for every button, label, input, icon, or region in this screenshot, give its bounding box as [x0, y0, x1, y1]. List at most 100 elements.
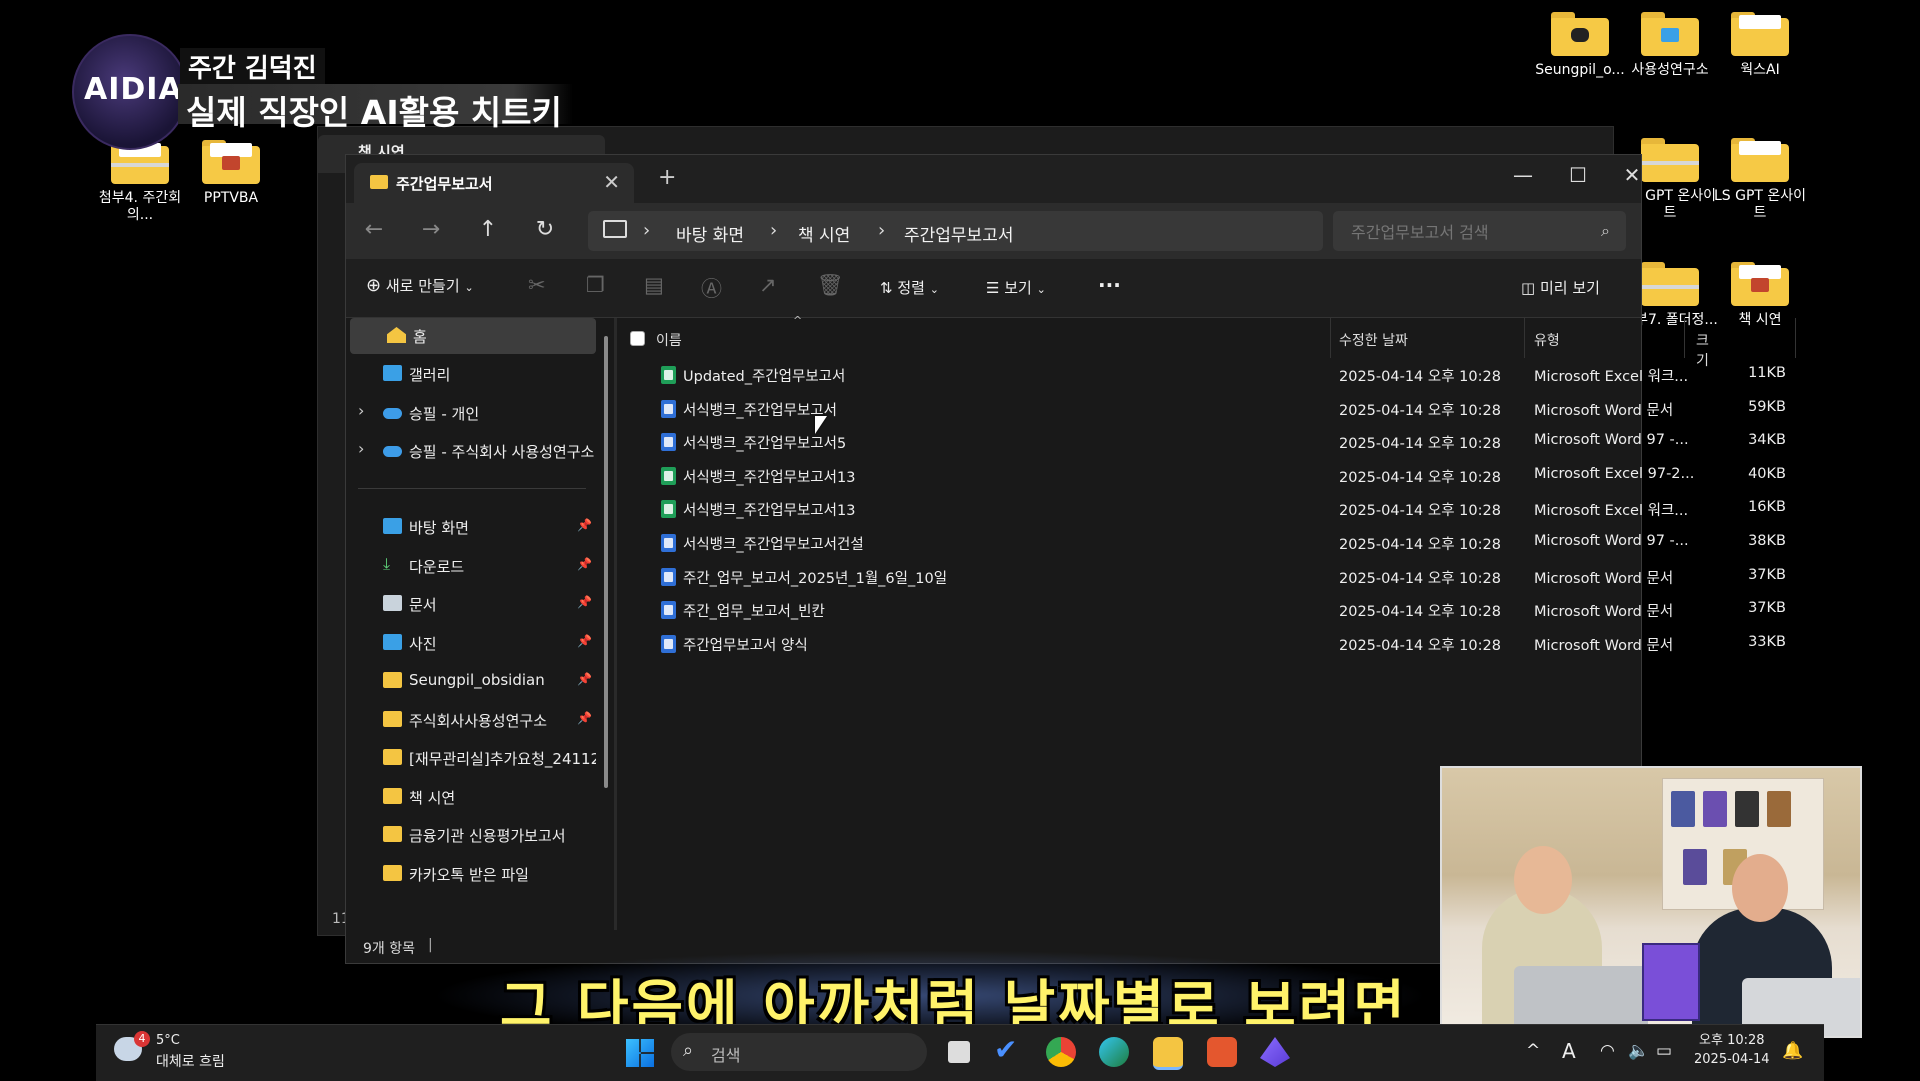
- maximize-button[interactable]: ☐: [1558, 163, 1598, 187]
- close-button[interactable]: ✕: [1612, 163, 1652, 187]
- chevron-right-icon[interactable]: ›: [358, 401, 364, 420]
- sidebar-item-desktop[interactable]: 바탕 화면 📌: [346, 509, 596, 545]
- desktop-icon-seungpil[interactable]: Seungpil_o...: [1530, 12, 1630, 79]
- sidebar-item-pictures[interactable]: 사진 📌: [346, 625, 596, 661]
- notification-icon[interactable]: 🔔: [1782, 1041, 1803, 1061]
- column-divider[interactable]: [1795, 318, 1796, 358]
- copy-icon[interactable]: ❐: [586, 273, 605, 297]
- pin-icon[interactable]: 📌: [577, 518, 592, 532]
- column-divider[interactable]: [1524, 318, 1525, 358]
- file-row[interactable]: 주간업무보고서 양식 2025-04-14 오후 10:28 Microsoft W…: [618, 627, 1798, 661]
- breadcrumb-desktop[interactable]: 바탕 화면: [676, 221, 744, 246]
- desktop-icon-pptvba[interactable]: PPTVBA: [181, 140, 281, 207]
- address-bar[interactable]: › 바탕 화면 › 책 시연 › 주간업무보고서: [588, 211, 1323, 251]
- column-header-type[interactable]: 유형: [1534, 330, 1560, 350]
- desktop-icon-usability-lab[interactable]: 사용성연구소: [1620, 12, 1720, 79]
- tab-weekly-report[interactable]: 주간업무보고서 ✕: [354, 163, 634, 203]
- file-explorer-icon[interactable]: [1153, 1037, 1183, 1070]
- breadcrumb-book-demo[interactable]: 책 시연: [798, 221, 850, 246]
- new-tab-button[interactable]: +: [658, 165, 676, 190]
- desktop-icon-label: 웍스AI: [1740, 62, 1780, 78]
- desktop-icon-works-ai[interactable]: 웍스AI: [1710, 12, 1810, 79]
- sidebar-item-obsidian[interactable]: Seungpil_obsidian 📌: [346, 663, 596, 699]
- battery-icon[interactable]: ▭: [1656, 1041, 1672, 1061]
- sidebar-item-usability-lab[interactable]: 주식회사사용성연구소 📌: [346, 702, 596, 738]
- column-divider[interactable]: [1330, 318, 1331, 358]
- sidebar-item-onedrive-company[interactable]: › 승필 - 주식회사 사용성연구소: [346, 433, 596, 469]
- file-row[interactable]: 서식뱅크_주간업무보고서5 2025-04-14 오후 10:28 Microsof…: [618, 425, 1798, 459]
- pin-icon[interactable]: 📌: [577, 595, 592, 609]
- volume-icon[interactable]: 🔈: [1628, 1041, 1649, 1061]
- sidebar-item-onedrive-personal[interactable]: › 승필 - 개인: [346, 395, 596, 431]
- taskbar-search[interactable]: ⌕ 검색: [671, 1033, 927, 1071]
- search-box[interactable]: ⌕: [1333, 211, 1626, 253]
- file-row[interactable]: Updated_주간업무보고서 2025-04-14 오후 10:28 Micros…: [618, 358, 1798, 392]
- share-icon[interactable]: ↗: [759, 273, 777, 297]
- sidebar-item-book-demo[interactable]: 책 시연: [346, 779, 596, 815]
- pane-divider[interactable]: [614, 318, 617, 930]
- select-all-checkbox[interactable]: [630, 331, 645, 346]
- chrome-icon[interactable]: [1046, 1037, 1076, 1067]
- new-button[interactable]: ⊕ 새로 만들기 ⌄: [366, 275, 474, 296]
- view-button[interactable]: ☰ 보기 ⌄: [986, 277, 1046, 298]
- file-modified: 2025-04-14 오후 10:28: [1339, 402, 1501, 419]
- windows-start-icon[interactable]: [626, 1039, 654, 1067]
- file-row[interactable]: 서식뱅크_주간업무보고서13 2025-04-14 오후 10:28 Microso…: [618, 459, 1798, 493]
- more-options-button[interactable]: ···: [1098, 273, 1121, 297]
- system-clock[interactable]: 오후 10:28 2025-04-14: [1694, 1031, 1770, 1069]
- file-type: Microsoft Word 문서: [1534, 570, 1674, 587]
- sidebar-item-kakaotalk-files[interactable]: 카카오톡 받은 파일: [346, 856, 596, 892]
- sidebar-item-documents[interactable]: 문서 📌: [346, 586, 596, 622]
- cloud-icon: [383, 408, 402, 419]
- refresh-icon[interactable]: ↻: [529, 217, 561, 242]
- sidebar-item-credit-reports[interactable]: 금융기관 신용평가보고서: [346, 817, 596, 853]
- file-row[interactable]: 서식뱅크_주간업무보고서13 2025-04-14 오후 10:28 Microso…: [618, 492, 1798, 526]
- sidebar-item-downloads[interactable]: ⤓ 다운로드 📌: [346, 548, 596, 584]
- task-view-icon[interactable]: [948, 1041, 970, 1063]
- breadcrumb-weekly-report[interactable]: 주간업무보고서: [904, 221, 1013, 246]
- sidebar-item-finance-request[interactable]: [재무관리실]추가요청_241122: [346, 740, 596, 776]
- ime-indicator[interactable]: A: [1562, 1039, 1576, 1063]
- rename-icon[interactable]: Ⓐ: [701, 273, 722, 303]
- paste-icon[interactable]: ▤: [644, 273, 664, 297]
- sort-button[interactable]: ⇅ 정렬 ⌄: [880, 277, 939, 298]
- column-divider[interactable]: [1684, 318, 1685, 358]
- wifi-icon[interactable]: ◠: [1600, 1041, 1615, 1061]
- tray-overflow-icon[interactable]: ^: [1526, 1041, 1540, 1061]
- preview-pane-button[interactable]: ◫ 미리 보기: [1521, 277, 1600, 298]
- cut-icon[interactable]: ✂: [528, 273, 546, 297]
- chevron-right-icon[interactable]: ›: [770, 220, 777, 241]
- app-sparkle-icon[interactable]: [1207, 1037, 1237, 1067]
- minimize-button[interactable]: —: [1503, 163, 1543, 187]
- delete-icon[interactable]: 🗑: [817, 273, 844, 298]
- column-header-modified[interactable]: 수정한 날짜: [1339, 330, 1408, 350]
- sidebar-item-home[interactable]: 홈: [350, 318, 596, 354]
- file-row[interactable]: 주간_업무_보고서_2025년_1월_6일_10일 2025-04-14 오후 1…: [618, 560, 1798, 594]
- sidebar-item-gallery[interactable]: 갤러리: [346, 356, 596, 392]
- sidebar-scrollbar[interactable]: [604, 336, 608, 788]
- tab-close-icon[interactable]: ✕: [603, 170, 620, 194]
- pin-icon[interactable]: 📌: [577, 672, 592, 686]
- word-file-icon: [661, 601, 676, 620]
- desktop-icon-attachment4[interactable]: 첨부4. 주간회의...: [90, 140, 190, 224]
- pin-icon[interactable]: 📌: [577, 557, 592, 571]
- edge-icon[interactable]: [1099, 1037, 1129, 1067]
- title-bar[interactable]: 주간업무보고서 ✕ + — ☐ ✕: [346, 155, 1641, 203]
- chevron-right-icon[interactable]: ›: [878, 220, 885, 241]
- pin-icon[interactable]: 📌: [577, 711, 592, 725]
- back-arrow-icon[interactable]: ←: [358, 217, 390, 242]
- file-row[interactable]: 서식뱅크_주간업무보고서 2025-04-14 오후 10:28 Microsoft…: [618, 392, 1798, 426]
- todo-app-icon[interactable]: ✔: [994, 1033, 1024, 1066]
- desktop-icon-ls-gpt[interactable]: LS GPT 온사이트: [1710, 138, 1810, 222]
- chevron-right-icon[interactable]: ›: [643, 220, 650, 241]
- file-row[interactable]: 서식뱅크_주간업무보고서건설 2025-04-14 오후 10:28 Microso…: [618, 526, 1798, 560]
- column-header-name[interactable]: 이름: [656, 330, 682, 350]
- app-crystal-icon[interactable]: [1260, 1037, 1290, 1067]
- search-icon[interactable]: ⌕: [1601, 221, 1610, 241]
- chevron-right-icon[interactable]: ›: [358, 439, 364, 458]
- forward-arrow-icon[interactable]: →: [415, 217, 447, 242]
- pin-icon[interactable]: 📌: [577, 634, 592, 648]
- up-arrow-icon[interactable]: ↑: [472, 217, 504, 242]
- file-row[interactable]: 주간_업무_보고서_빈칸 2025-04-14 오후 10:28 Microsoft…: [618, 593, 1798, 627]
- search-input[interactable]: [1333, 211, 1593, 253]
